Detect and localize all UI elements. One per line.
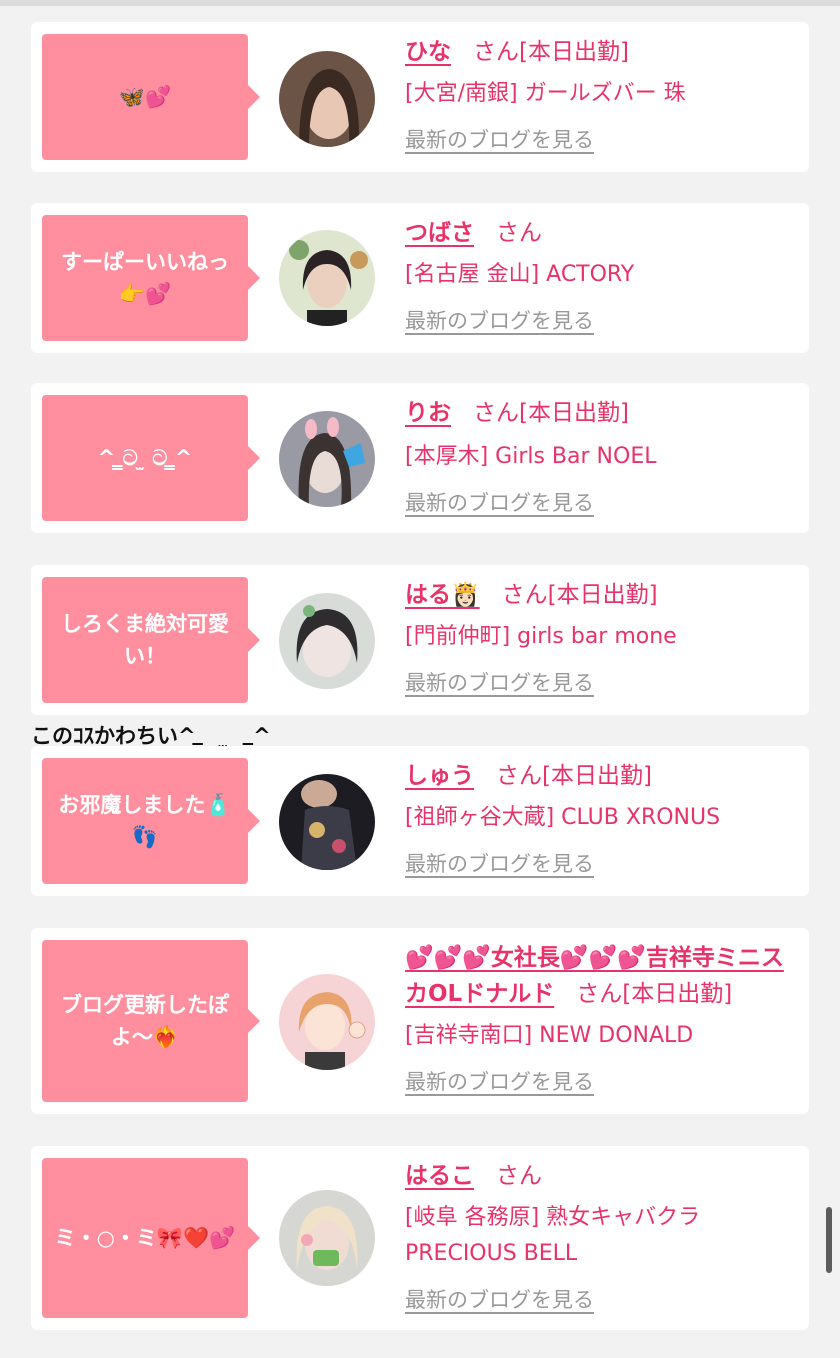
girl-name-link[interactable]: はるこ bbox=[405, 1163, 474, 1189]
comment-bubble: しろくま絶対可愛い！ bbox=[42, 577, 260, 703]
girl-card: ブログ更新したぽよ〜❤️‍🔥 💕💕💕女社長💕💕💕吉祥寺ミニスカOLドナルド さん[… bbox=[31, 928, 809, 1114]
profile-avatar[interactable] bbox=[279, 230, 375, 326]
girl-card: 🦋💕 ひな さん[本日出勤] [大宮/南銀] ガールズバー 珠 最新のブログを見る bbox=[31, 22, 809, 172]
comment-bubble: ^ ̳ට ̫ ට ̳^ bbox=[42, 395, 260, 521]
name-suffix: さん[本日出勤] bbox=[576, 981, 733, 1007]
girl-card: ミ・○・ミ🎀❤️💕 はるこ さん [岐阜 各務原] 熟女キャバクラ PRECIOU… bbox=[31, 1146, 809, 1330]
profile-avatar[interactable] bbox=[279, 974, 375, 1070]
girl-name-link[interactable]: りお bbox=[405, 400, 451, 426]
comment-bubble: 🦋💕 bbox=[42, 34, 260, 160]
profile-avatar[interactable] bbox=[279, 51, 375, 147]
name-suffix: さん bbox=[496, 1163, 542, 1189]
latest-blog-link[interactable]: 最新のブログを見る bbox=[405, 1066, 594, 1096]
comment-bubble: ミ・○・ミ🎀❤️💕 bbox=[42, 1158, 260, 1318]
girl-card: ^ ̳ට ̫ ට ̳^ りお さん[本日出勤] [本厚木] Girls Bar N… bbox=[31, 383, 809, 533]
shop-name[interactable]: [吉祥寺南口] NEW DONALD bbox=[405, 1018, 805, 1054]
name-suffix: さん[本日出勤] bbox=[501, 582, 658, 608]
shop-name[interactable]: [大宮/南銀] ガールズバー 珠 bbox=[405, 76, 805, 112]
girl-card: すーぱーいいねっ👉💕 つばさ さん [名古屋 金山] ACTORY 最新のブログを… bbox=[31, 203, 809, 353]
top-edge bbox=[0, 0, 840, 6]
shop-name[interactable]: [名古屋 金山] ACTORY bbox=[405, 257, 805, 293]
name-suffix: さん bbox=[496, 220, 542, 246]
latest-blog-link[interactable]: 最新のブログを見る bbox=[405, 487, 594, 517]
latest-blog-link[interactable]: 最新のブログを見る bbox=[405, 1284, 594, 1314]
comment-bubble: すーぱーいいねっ👉💕 bbox=[42, 215, 260, 341]
girl-name-link[interactable]: しゅう bbox=[405, 763, 474, 789]
latest-blog-link[interactable]: 最新のブログを見る bbox=[405, 305, 594, 335]
shop-name[interactable]: [祖師ヶ谷大蔵] CLUB XRONUS bbox=[405, 800, 805, 836]
profile-avatar[interactable] bbox=[279, 593, 375, 689]
girl-card: お邪魔しました🧴👣 しゅう さん[本日出勤] [祖師ヶ谷大蔵] CLUB XRON… bbox=[31, 746, 809, 896]
latest-blog-link[interactable]: 最新のブログを見る bbox=[405, 667, 594, 697]
scrollbar[interactable] bbox=[826, 1207, 832, 1273]
shop-name[interactable]: [本厚木] Girls Bar NOEL bbox=[405, 439, 805, 475]
girl-name-link[interactable]: ひな bbox=[405, 39, 451, 65]
profile-avatar[interactable] bbox=[279, 1190, 375, 1286]
shop-name[interactable]: [門前仲町] girls bar mone bbox=[405, 619, 805, 655]
name-suffix: さん[本日出勤] bbox=[473, 400, 629, 426]
girl-name-link[interactable]: はる👸🏻 bbox=[405, 582, 480, 608]
latest-blog-link[interactable]: 最新のブログを見る bbox=[405, 848, 594, 878]
name-suffix: さん[本日出勤] bbox=[473, 39, 629, 65]
latest-blog-link[interactable]: 最新のブログを見る bbox=[405, 124, 594, 154]
profile-avatar[interactable] bbox=[279, 411, 375, 507]
shop-name[interactable]: [岐阜 各務原] 熟女キャバクラ PRECIOUS BELL bbox=[405, 1200, 765, 1272]
comment-bubble: ブログ更新したぽよ〜❤️‍🔥 bbox=[42, 940, 260, 1102]
name-suffix: さん[本日出勤] bbox=[496, 763, 652, 789]
girl-name-link[interactable]: つばさ bbox=[405, 220, 474, 246]
comment-bubble: お邪魔しました🧴👣 bbox=[42, 758, 260, 884]
profile-avatar[interactable] bbox=[279, 774, 375, 870]
girl-card: しろくま絶対可愛い！ はる👸🏻 さん[本日出勤] [門前仲町] girls bar… bbox=[31, 565, 809, 715]
